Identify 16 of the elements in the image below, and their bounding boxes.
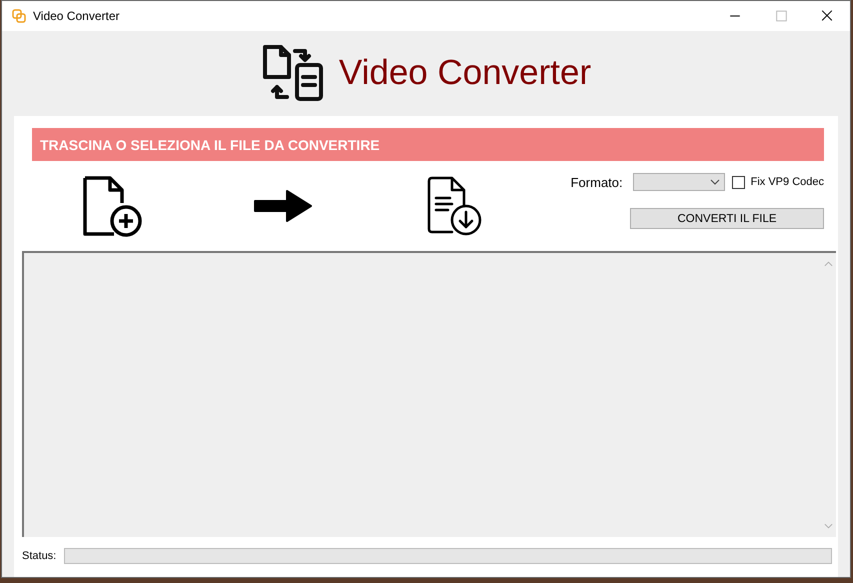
checkbox-label: Fix VP9 Codec [750, 176, 824, 188]
fix-vp9-checkbox[interactable] [732, 176, 745, 188]
app-title: Video Converter [338, 52, 592, 92]
convert-button[interactable]: CONVERTI IL FILE [630, 208, 824, 229]
arrow-right-icon [253, 189, 313, 223]
file-download-icon [426, 176, 482, 236]
window-title: Video Converter [33, 9, 120, 23]
file-add-icon[interactable] [82, 175, 142, 237]
file-convert-icon [260, 42, 325, 102]
scroll-up-icon[interactable] [824, 261, 832, 267]
scroll-down-icon[interactable] [824, 523, 832, 529]
chevron-down-icon [710, 179, 720, 185]
app-icon [12, 9, 26, 23]
format-dropdown[interactable] [632, 173, 725, 191]
format-label: Formato: [570, 174, 623, 190]
status-label: Status: [22, 550, 58, 562]
